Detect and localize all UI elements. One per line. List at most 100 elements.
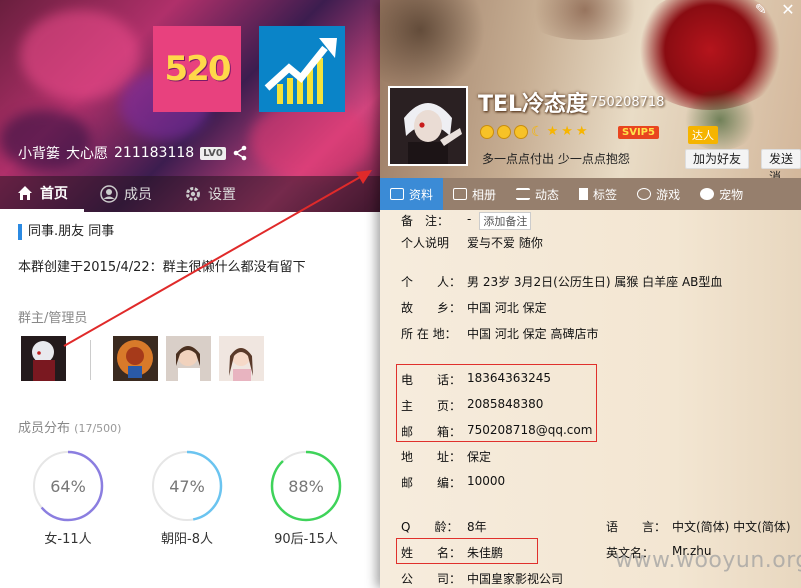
company-row: 公 司： 中国皇家影视公司 [401,570,563,587]
distribution-ring-1: 64% [32,450,104,522]
profile-qq-number: 750208718 [590,95,665,110]
email-row: 邮 箱： 750208718@qq.com [401,423,592,440]
personal-desc-value: 爱与不爱 随你 [467,236,543,250]
photo-icon [453,188,468,200]
group-number: 211183118 [114,145,195,161]
realname-row: 姓 名： 朱佳鹏 [401,544,503,561]
admin-avatar-2[interactable] [113,336,158,381]
tab-profile-label: 资料 [409,187,434,202]
tab-members-label: 成员 [124,187,152,203]
remark-value: - [467,212,472,226]
add-remark-button[interactable]: 添加备注 [479,212,532,230]
game-icon [637,188,652,200]
member-icon [100,185,118,203]
profile-tab-bar: 资料 相册 动态 标签 游戏 宠物 [380,178,801,210]
group-level-badge: LV0 [200,146,226,160]
phone-value: 18364363245 [467,371,551,385]
email-value: 750208718@qq.com [467,423,593,437]
tab-profile[interactable]: 资料 [380,178,444,210]
hometown-row: 故 乡： 中国 河北 保定 [401,299,547,316]
profile-nickname: TEL冷态度 [478,92,589,117]
tab-games[interactable]: 游戏 [627,178,690,210]
tab-pets[interactable]: 宠物 [690,178,753,210]
admins-title: 群主/管理员 [18,311,88,326]
tab-tags[interactable]: 标签 [569,178,627,210]
qage-row: Q 龄： 8年 [401,518,487,535]
tab-settings[interactable]: 设置 [168,176,252,212]
group-meta: 小背篓 大心愿 211183118 LV0 [18,143,248,163]
tab-album[interactable]: 相册 [443,178,506,210]
distribution-percent: 64% [50,477,86,496]
daren-badge[interactable]: 达人 [688,126,718,144]
personal-desc-key: 个人说明 [401,236,450,250]
homepage-value: 2085848380 [467,397,544,411]
tab-feed-label: 动态 [535,187,560,202]
profile-avatar[interactable] [388,86,468,166]
tab-feed[interactable]: 动态 [506,178,569,210]
language-key: 语 言： [606,520,667,534]
location-row: 所 在 地： 中国 河北 保定 高碑店市 [401,325,598,342]
company-value: 中国皇家影视公司 [467,572,564,586]
tab-games-label: 游戏 [656,187,681,202]
hometown-value: 中国 河北 保定 [467,301,547,315]
window-close-icon[interactable]: ✕ [776,0,800,20]
homepage-row: 主 页： 2085848380 [401,397,543,414]
star-icon: ★ [561,124,573,139]
group-description: 本群创建于2015/4/22：群主很懒什么都没有留下 [18,260,306,275]
admin-avatar-4[interactable] [219,336,264,381]
distribution-label: 女-11人 [44,532,92,547]
email-key: 邮 箱： [401,425,462,439]
location-value: 中国 河北 保定 高碑店市 [467,327,599,341]
language-value: 中文(简体) 中文(简体) [672,520,791,534]
distribution-count: (17/500) [74,422,122,435]
share-icon[interactable] [232,145,248,161]
zip-key: 邮 编： [401,476,462,490]
profile-panel: ✎ ✕ TEL冷态度 750208718 ☾ ★ ★ ★ SVIP5 达人 多一… [380,0,801,588]
phone-row: 电 话： 18364363245 [401,371,551,388]
hometown-key: 故 乡： [401,301,462,315]
group-header-banner: 520 小背篓 大心愿 211183118 LV0 首页 成员 设置 [0,0,380,212]
distribution-percent: 47% [169,477,205,496]
group-name: 小背篓 [18,146,60,162]
address-row: 地 址： 保定 [401,448,491,465]
svip-badge[interactable]: SVIP5 [618,126,659,139]
realname-value: 朱佳鹏 [467,546,504,560]
tab-settings-label: 设置 [208,187,236,203]
qage-key: Q 龄： [401,520,459,534]
sun-face-icon [514,125,528,139]
window-edit-icon[interactable]: ✎ [755,2,767,18]
group-avatar-520[interactable]: 520 [153,26,241,112]
group-panel: 520 小背篓 大心愿 211183118 LV0 首页 成员 设置 同事.朋友… [0,0,380,588]
send-message-button[interactable]: 发送消 [761,149,801,178]
remark-key: 备 注： [401,214,450,228]
person-row: 个 人： 男 23岁 3月2日(公历生日) 属猴 白羊座 AB型血 [401,273,722,290]
homepage-key: 主 页： [401,399,462,413]
distribution-label: 朝阳-8人 [161,532,213,547]
distribution-label: 90后-15人 [274,532,338,547]
tab-home[interactable]: 首页 [0,176,84,212]
tab-home-label: 首页 [40,185,68,202]
bookmark-icon [579,188,589,200]
tab-album-label: 相册 [472,187,497,202]
phone-key: 电 话： [401,373,462,387]
add-friend-button[interactable]: 加为好友 [685,149,750,169]
tab-members[interactable]: 成员 [84,176,168,212]
profile-card-icon [390,188,404,200]
group-tags: 同事.朋友 同事 [18,224,114,240]
distribution-ring-2: 47% [151,450,223,522]
group-avatar-chart[interactable] [259,26,345,112]
list-icon [516,188,531,200]
personal-desc-row: 个人说明 爱与不爱 随你 [401,234,543,251]
tab-pets-label: 宠物 [719,187,744,202]
star-icon: ★ [546,124,559,139]
distribution-percent: 88% [288,477,324,496]
distribution-title-text: 成员分布 [18,421,71,436]
company-key: 公 司： [401,572,462,586]
tab-tags-label: 标签 [593,187,618,202]
group-tab-bar: 首页 成员 设置 [0,176,380,212]
language-row: 语 言： 中文(简体) 中文(简体) [606,518,791,535]
distribution-title: 成员分布 (17/500) [18,417,121,436]
admin-avatar-3[interactable] [166,336,211,381]
level-badges: ☾ ★ ★ ★ [480,125,588,139]
admin-avatar-owner[interactable] [21,336,66,381]
